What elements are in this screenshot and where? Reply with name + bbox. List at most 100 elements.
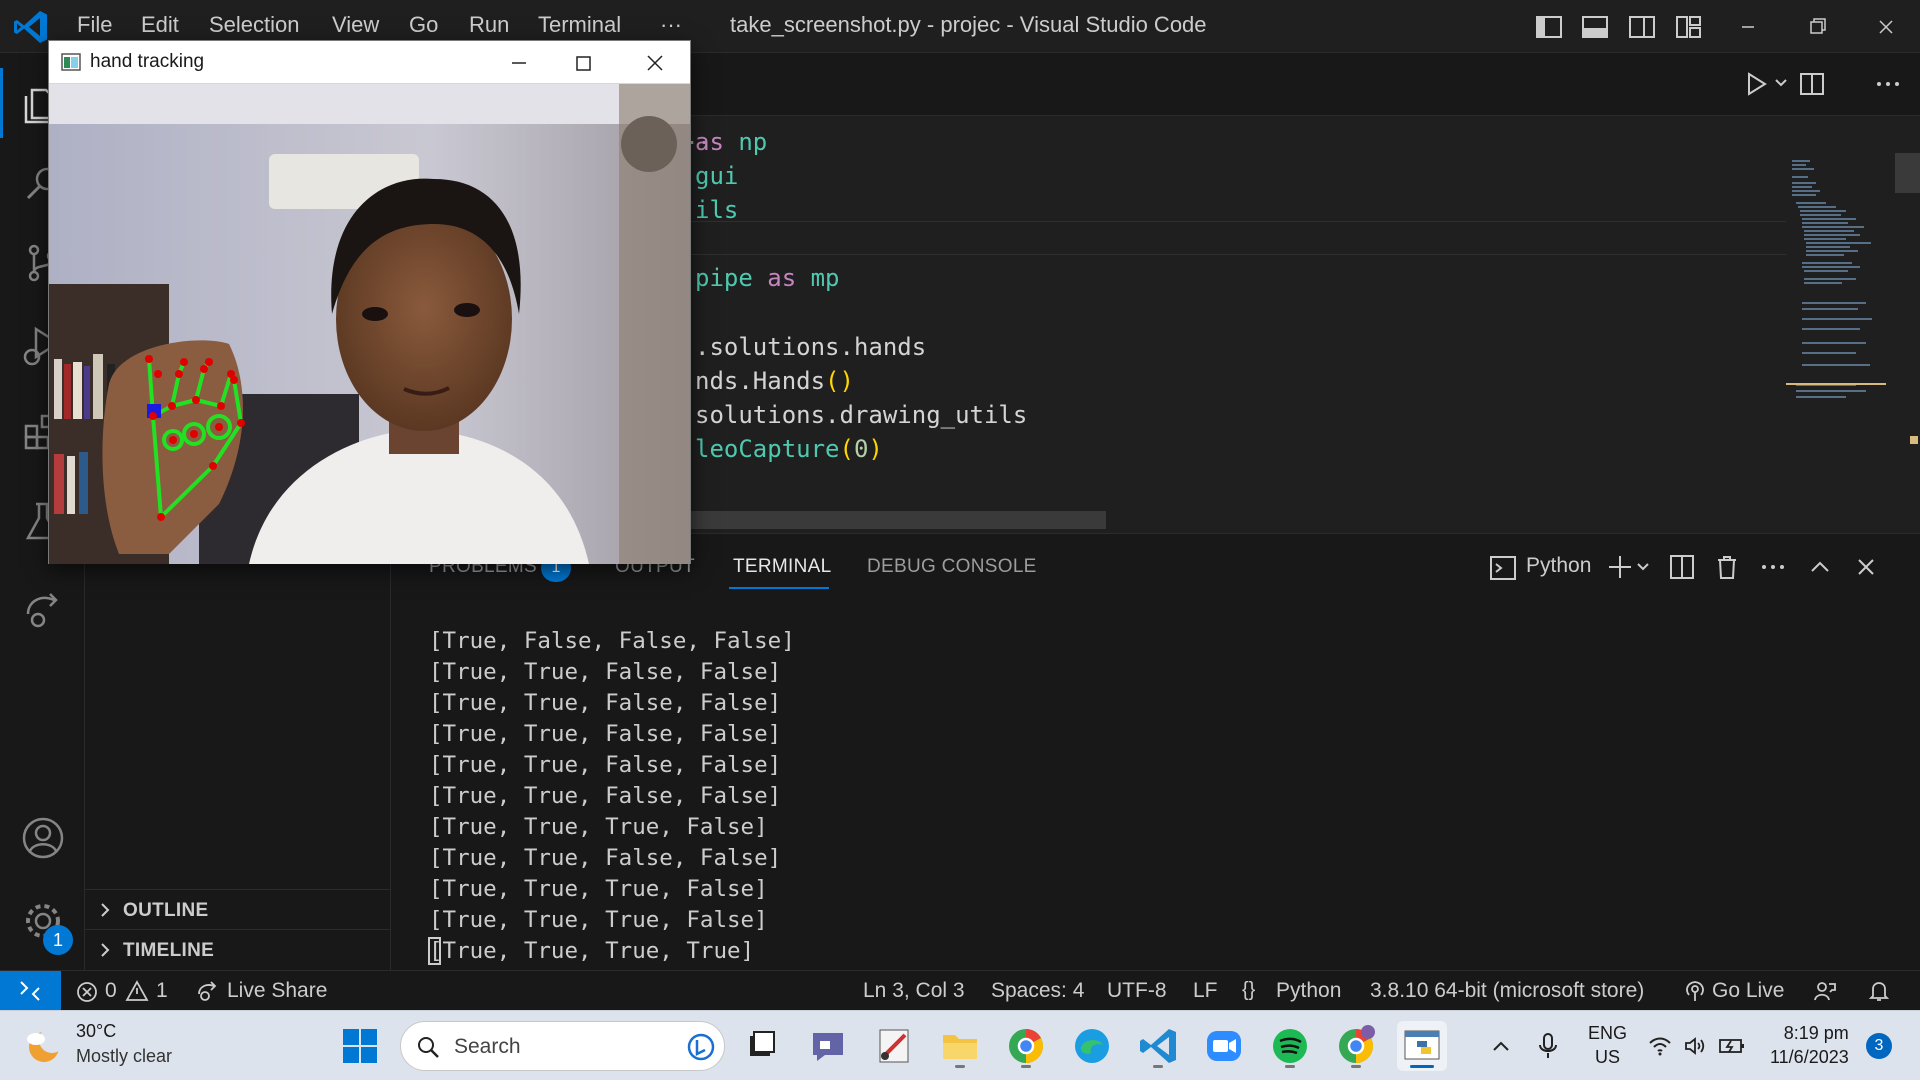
battery-charging-icon[interactable] [1718,1035,1746,1057]
minimap[interactable] [1786,153,1906,533]
live-share-label[interactable]: Live Share [227,979,327,1003]
split-terminal-icon[interactable] [1667,552,1697,582]
notification-count-badge[interactable]: 3 [1866,1033,1892,1059]
taskbar-search-box[interactable]: Search [400,1021,725,1071]
wifi-icon[interactable] [1648,1035,1672,1057]
code-line[interactable]: as np [695,125,767,159]
chevron-up-icon[interactable] [1490,1035,1512,1057]
python-window-icon [1404,1030,1440,1060]
code-line[interactable]: ils [695,193,738,227]
chevron-down-icon[interactable] [1635,559,1651,575]
task-view-app[interactable] [737,1021,787,1071]
bing-chat-icon[interactable] [686,1032,716,1062]
code-token: .solutions.hands [695,333,927,361]
horizontal-scrollbar-thumb[interactable] [686,511,1106,529]
keyboard-region: US [1595,1047,1621,1067]
toggle-secondary-sidebar-icon[interactable] [1627,12,1657,42]
chrome-app[interactable] [1001,1021,1051,1071]
terminal-output[interactable]: [True, False, False, False] [True, True, … [429,626,795,967]
maximize-panel-chevron-up-icon[interactable] [1805,552,1835,582]
chrome-profile-app[interactable] [1331,1021,1381,1071]
close-panel-icon[interactable] [1851,552,1881,582]
menu-go[interactable]: Go [409,12,438,38]
menu-run[interactable]: Run [469,12,509,38]
zoom-app[interactable] [1199,1021,1249,1071]
outline-section[interactable]: OUTLINE [85,889,391,929]
customize-layout-icon[interactable] [1674,12,1704,42]
file-explorer-app[interactable] [935,1021,985,1071]
run-python-file-icon[interactable] [1741,69,1771,99]
notifications-bell-icon[interactable] [1868,980,1890,1002]
live-share-icon[interactable] [196,980,220,1002]
python-app[interactable] [1397,1021,1447,1071]
menu-file[interactable]: File [77,12,112,38]
broadcast-icon[interactable] [1684,980,1706,1002]
warning-count[interactable]: 1 [156,979,168,1003]
terminal-line: [True, True, False, False] [429,783,782,809]
maximize-icon[interactable] [567,47,599,79]
bottom-panel: PROBLEMS 1 OUTPUT TERMINAL DEBUG CONSOLE… [391,533,1920,970]
volume-icon[interactable] [1683,1035,1707,1057]
toggle-primary-sidebar-icon[interactable] [1534,12,1564,42]
braces-icon[interactable]: {} [1242,979,1255,1002]
menu-selection[interactable]: Selection [209,12,300,38]
restore-icon[interactable] [1797,10,1837,44]
more-actions-icon[interactable] [1873,69,1903,99]
minimize-icon[interactable] [503,47,535,79]
language-mode[interactable]: Python [1276,979,1341,1003]
live-share-icon[interactable] [20,588,66,634]
hand-window-titlebar[interactable]: hand tracking [49,41,690,84]
toggle-panel-icon[interactable] [1580,12,1610,42]
split-editor-icon[interactable] [1797,69,1827,99]
code-line[interactable]: solutions.drawing_utils [695,398,1027,432]
menu-view[interactable]: View [332,12,379,38]
code-line[interactable]: pipe as mp [695,261,840,295]
code-line[interactable]: .solutions.hands [695,330,926,364]
tab-terminal[interactable]: TERMINAL [733,556,831,578]
system-clock[interactable]: 8:19 pm 11/6/2023 [1770,1021,1849,1069]
code-line[interactable]: nds.Hands() [695,364,854,398]
microphone-icon[interactable] [1536,1031,1560,1061]
minimize-icon[interactable] [1728,10,1768,44]
code-token: as [695,128,739,156]
timeline-section[interactable]: TIMELINE [85,929,391,969]
snipping-tool-app[interactable] [869,1021,919,1071]
accounts-icon[interactable] [20,815,66,861]
weather-moon-icon[interactable] [22,1025,66,1065]
error-count[interactable]: 0 [105,979,117,1003]
code-line[interactable]: gui [695,159,738,193]
menu-more[interactable]: ··· [660,12,682,38]
feedback-icon[interactable] [1813,980,1837,1002]
edge-app[interactable] [1067,1021,1117,1071]
terminal-line: [True, True, False, False] [429,721,782,747]
cursor-position[interactable]: Ln 3, Col 3 [863,979,965,1003]
close-icon[interactable] [1866,10,1906,44]
new-terminal-plus-icon[interactable] [1605,552,1635,582]
trash-icon[interactable] [1712,552,1742,582]
encoding[interactable]: UTF-8 [1107,979,1167,1003]
code-line[interactable]: leoCapture(0) [695,432,883,466]
menu-edit[interactable]: Edit [141,12,179,38]
more-actions-icon[interactable] [1758,552,1788,582]
spotify-app[interactable] [1265,1021,1315,1071]
error-icon[interactable] [76,981,98,1003]
chevron-down-icon[interactable] [1773,75,1789,91]
python-interpreter[interactable]: 3.8.10 64-bit (microsoft store) [1370,979,1644,1003]
weather-temperature[interactable]: 30°C [76,1021,116,1042]
tab-debug-console[interactable]: DEBUG CONSOLE [867,556,1037,578]
go-live-label[interactable]: Go Live [1712,979,1784,1003]
windows-start-icon[interactable] [342,1028,378,1064]
close-icon[interactable] [639,47,671,79]
menu-terminal[interactable]: Terminal [538,12,621,38]
vertical-scrollbar-thumb[interactable] [1895,153,1920,193]
end-of-line[interactable]: LF [1193,979,1218,1003]
indentation[interactable]: Spaces: 4 [991,979,1084,1003]
hand-tracking-window[interactable]: hand tracking [48,40,691,564]
warning-icon[interactable] [125,980,149,1002]
teams-chat-app[interactable] [803,1021,853,1071]
vscode-app[interactable] [1133,1021,1183,1071]
weather-description[interactable]: Mostly clear [76,1046,172,1067]
terminal-profile-label[interactable]: Python [1526,554,1591,578]
language-indicator[interactable]: ENG US [1588,1021,1627,1069]
remote-window-button[interactable] [0,971,61,1011]
